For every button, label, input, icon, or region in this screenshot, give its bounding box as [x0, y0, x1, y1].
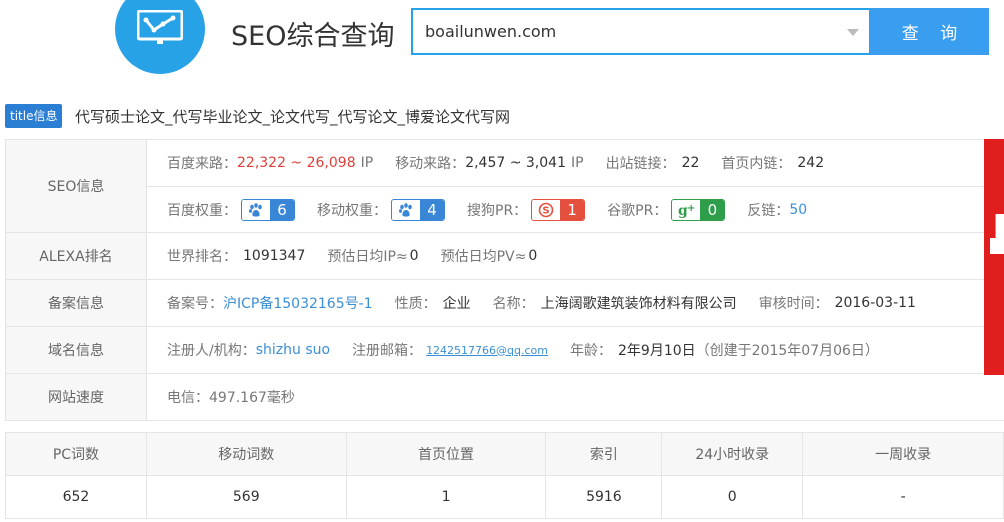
created-date: （创建于2015年07月06日）: [695, 343, 879, 359]
mobile-weight-label: 移动权重：: [317, 202, 387, 219]
site-title-text: 代写硕士论文_代写毕业论文_论文代写_代写论文_博爱论文代写网: [75, 108, 511, 126]
google-pr-label: 谷歌PR：: [607, 202, 668, 219]
mobile-weight-badge[interactable]: 4: [391, 198, 445, 221]
title-badge: title信息: [5, 104, 63, 128]
mobile-keywords-value[interactable]: 569: [145, 475, 347, 519]
col-pc-keywords: PC词数: [5, 432, 147, 476]
info-table: SEO信息 百度来路： 22,322 ~ 26,098 IP 移动来路： 2,457 …: [5, 139, 1004, 421]
chart-logo-icon: [137, 10, 183, 44]
col-24h-indexed: 24小时收录: [661, 432, 804, 476]
domain-row: 域名信息 注册人/机构： shizhu suo 注册邮箱： 1242517766@q…: [6, 327, 1004, 374]
baidu-weight-badge[interactable]: 6: [241, 198, 295, 221]
pc-keywords-value[interactable]: 652: [5, 475, 147, 519]
age-value: 2年9月10日: [618, 343, 696, 359]
icp-nature-label: 性质：: [394, 296, 437, 312]
baidu-traffic-value: 22,322 ~ 26,098: [237, 155, 356, 171]
daily-pv-value: 0: [528, 248, 538, 264]
baidu-traffic-unit: IP: [360, 155, 374, 171]
world-rank-label: 世界排名：: [167, 249, 237, 265]
icp-label: 备案信息: [6, 280, 147, 326]
svg-text:+: +: [687, 203, 695, 214]
daily-ip-value: 0: [409, 248, 419, 264]
chevron-down-icon[interactable]: [847, 29, 859, 36]
alexa-label: ALEXA排名: [6, 233, 147, 279]
mobile-traffic-value: 2,457 ~ 3,041: [465, 155, 566, 171]
icp-name-value: 上海阔歌建筑装饰材料有限公司: [540, 296, 737, 312]
search-button[interactable]: 查 询: [870, 8, 989, 55]
mobile-traffic-label: 移动来路：: [395, 156, 466, 172]
baidu-traffic-label: 百度来路：: [167, 156, 237, 172]
search-box[interactable]: [411, 8, 871, 55]
col-homepage-position: 首页位置: [345, 432, 547, 476]
registrant-link[interactable]: shizhu suo: [256, 342, 330, 358]
age-label: 年龄：: [570, 343, 613, 359]
registrant-label: 注册人/机构：: [167, 343, 256, 359]
backlinks-value[interactable]: 50: [789, 202, 807, 218]
week-indexed-value: -: [802, 475, 1004, 519]
mobile-traffic-unit: IP: [570, 155, 584, 171]
speed-label: 网站速度: [6, 374, 147, 420]
speed-value: 电信：497.167毫秒: [167, 390, 295, 406]
daily-ip-label: 预估日均IP≈: [327, 249, 408, 265]
sogou-pr-badge[interactable]: S 1: [531, 198, 586, 221]
baidu-paw-icon: [242, 199, 270, 220]
baidu-weight-value: 6: [270, 199, 294, 220]
google-pr-badge[interactable]: g + 0: [671, 198, 726, 221]
side-ad-banner[interactable]: [984, 139, 1004, 375]
homepage-inlinks-value[interactable]: 242: [797, 155, 824, 171]
24h-indexed-value: 0: [661, 475, 804, 519]
table-row: 652 569 1 5916 0 -: [5, 475, 1004, 519]
alexa-row: ALEXA排名 世界排名： 1091347 预估日均IP≈ 0 预估日均PV≈ 0: [6, 233, 1004, 280]
icp-audit-label: 审核时间：: [758, 296, 829, 312]
speed-row: 网站速度 电信：497.167毫秒: [6, 374, 1004, 420]
mobile-weight-value: 4: [420, 199, 444, 220]
domain-label: 域名信息: [6, 327, 147, 373]
homepage-position-value: 1: [345, 475, 547, 519]
email-link[interactable]: 1242517766@qq.com: [426, 344, 548, 357]
daily-pv-label: 预估日均PV≈: [440, 249, 527, 265]
table-header-row: PC词数 移动词数 首页位置 索引 24小时收录 一周收录: [5, 432, 1004, 476]
page-title: SEO综合查询: [231, 21, 395, 52]
icp-name-label: 名称：: [492, 296, 535, 312]
email-label: 注册邮箱：: [352, 343, 423, 359]
svg-text:S: S: [543, 205, 550, 216]
baidu-paw-icon: [392, 199, 420, 220]
icp-audit-value: 2016-03-11: [834, 295, 916, 311]
index-value[interactable]: 5916: [545, 475, 663, 519]
world-rank-value: 1091347: [243, 248, 306, 264]
outbound-links-value[interactable]: 22: [682, 155, 700, 171]
col-week-indexed: 一周收录: [802, 432, 1004, 476]
seo-info-row: SEO信息 百度来路： 22,322 ~ 26,098 IP 移动来路： 2,457 …: [6, 140, 1004, 233]
sogou-pr-label: 搜狗PR：: [467, 202, 528, 219]
icp-row: 备案信息 备案号： 沪ICP备15032165号-1 性质： 企业 名称： 上海阔歌建…: [6, 280, 1004, 327]
baidu-weight-label: 百度权重：: [167, 202, 237, 219]
col-index: 索引: [545, 432, 663, 476]
col-mobile-keywords: 移动词数: [145, 432, 347, 476]
homepage-inlinks-label: 首页内链：: [721, 156, 792, 172]
seo-info-label: SEO信息: [6, 140, 147, 232]
search-input[interactable]: [425, 10, 835, 53]
keyword-stats-table: PC词数 移动词数 首页位置 索引 24小时收录 一周收录 652 569 1 …: [5, 432, 1004, 519]
google-pr-value: 0: [700, 199, 725, 220]
icp-number-label: 备案号：: [167, 296, 223, 312]
icp-number-link[interactable]: 沪ICP备15032165号-1: [223, 293, 373, 313]
icp-nature-value: 企业: [442, 296, 471, 312]
google-plus-icon: g +: [672, 199, 701, 220]
sogou-pr-value: 1: [560, 199, 585, 220]
logo: [115, 0, 205, 74]
backlinks-label: 反链：: [747, 202, 790, 219]
outbound-links-label: 出站链接：: [605, 156, 676, 172]
sogou-icon: S: [532, 199, 561, 220]
